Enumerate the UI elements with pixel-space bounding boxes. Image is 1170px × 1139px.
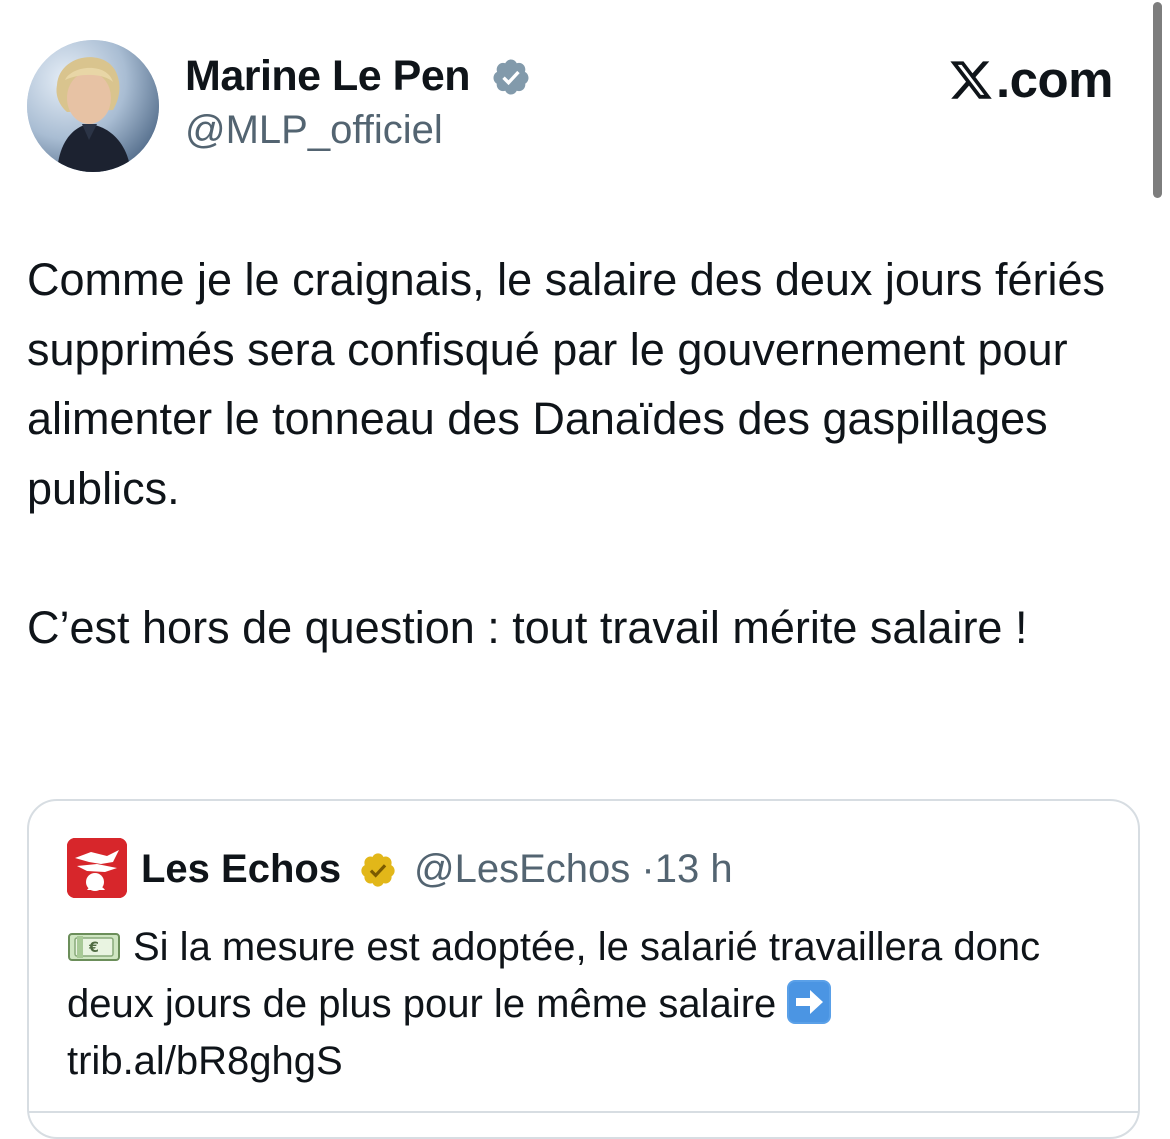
x-logo-icon (950, 60, 992, 99)
card-divider (29, 1111, 1138, 1113)
quoted-meta: @LesEchos ·13 h (414, 847, 733, 892)
quoted-author-handle[interactable]: @LesEchos (414, 847, 630, 891)
tweet-text: Comme je le craignais, le salaire des de… (27, 245, 1137, 662)
quoted-author-name[interactable]: Les Echos (141, 847, 341, 892)
right-arrow-icon (787, 980, 832, 1024)
author-handle[interactable]: @MLP_officiel (185, 108, 443, 153)
x-com-logo: .com (948, 50, 1114, 109)
quoted-tweet-card[interactable]: Les Echos @LesEchos ·13 h € Si la mesure… (27, 799, 1140, 1139)
verified-badge-icon (493, 59, 529, 95)
quoted-text: Si la mesure est adoptée, le salarié tra… (67, 925, 1041, 1026)
meta-separator: · (641, 847, 655, 891)
svg-text:€: € (88, 940, 99, 956)
quoted-paragraph: € Si la mesure est adoptée, le salarié t… (67, 919, 1117, 1033)
money-bill-icon: € (68, 933, 120, 961)
quoted-link[interactable]: trib.al/bR8ghgS (67, 1033, 1117, 1090)
tweet-paragraph: C’est hors de question : tout travail mé… (27, 601, 1028, 653)
gold-verified-badge-icon (361, 853, 395, 887)
tweet-header: Marine Le Pen @MLP_officiel .com (27, 40, 1147, 175)
quoted-tweet-text: € Si la mesure est adoptée, le salarié t… (67, 919, 1117, 1090)
les-echos-logo-icon[interactable] (67, 838, 127, 898)
platform-label: .com (995, 51, 1114, 108)
quoted-timestamp[interactable]: 13 h (655, 847, 733, 891)
author-avatar[interactable] (27, 40, 159, 172)
author-name[interactable]: Marine Le Pen (185, 52, 471, 101)
tweet-paragraph: Comme je le craignais, le salaire des de… (27, 254, 1105, 514)
scrollbar[interactable] (1153, 2, 1162, 198)
